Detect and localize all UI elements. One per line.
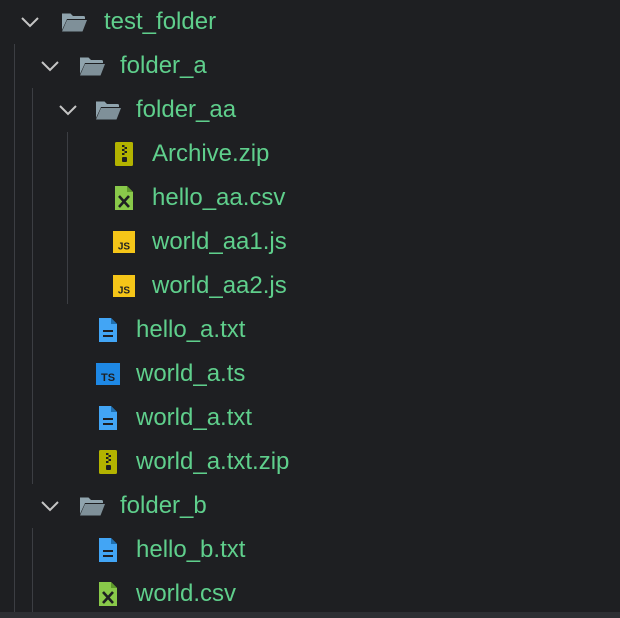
tree-item-label: test_folder [104, 8, 217, 35]
chevron-down-icon[interactable] [38, 54, 62, 78]
tree-item-label: world_aa1.js [152, 228, 287, 255]
tree-file-row[interactable]: hello_a.txt [0, 308, 620, 352]
tree-file-row[interactable]: hello_aa.csv [0, 176, 620, 220]
csv-file-icon [110, 184, 138, 212]
text-file-icon [94, 404, 122, 432]
ts-file-icon: TS [94, 360, 122, 388]
tree-item-label: hello_aa.csv [152, 184, 286, 211]
tree-item-label: world_a.txt [136, 404, 253, 431]
tree-item-label: world_a.ts [136, 360, 246, 387]
tree-file-row[interactable]: TS world_a.ts [0, 352, 620, 396]
tree-folder-row[interactable]: folder_b [0, 484, 620, 528]
tree-item-label: Archive.zip [152, 140, 270, 167]
tree-item-label: folder_aa [136, 96, 237, 123]
folder-open-icon [94, 96, 122, 124]
csv-file-icon [94, 580, 122, 608]
text-file-icon [94, 536, 122, 564]
panel-bottom-border [0, 612, 620, 618]
folder-open-icon [78, 492, 106, 520]
svg-text:JS: JS [118, 242, 131, 253]
tree-file-row[interactable]: JS world_aa1.js [0, 220, 620, 264]
chevron-down-icon[interactable] [56, 98, 80, 122]
tree-folder-row[interactable]: folder_aa [0, 88, 620, 132]
file-explorer-tree: test_folder folder_a folder_aa Archive.zip h… [0, 0, 620, 612]
zip-file-icon [110, 140, 138, 168]
svg-text:TS: TS [101, 372, 115, 384]
folder-open-icon [78, 52, 106, 80]
tree-file-row[interactable]: JS world_aa2.js [0, 264, 620, 308]
tree-file-row[interactable]: world_a.txt [0, 396, 620, 440]
chevron-down-icon[interactable] [38, 494, 62, 518]
tree-item-label: hello_b.txt [136, 536, 246, 563]
text-file-icon [94, 316, 122, 344]
tree-file-row[interactable]: world.csv [0, 572, 620, 616]
tree-file-row[interactable]: Archive.zip [0, 132, 620, 176]
tree-item-label: folder_b [120, 492, 207, 519]
tree-folder-row[interactable]: test_folder [0, 0, 620, 44]
tree-item-label: world.csv [136, 580, 237, 607]
zip-file-icon [94, 448, 122, 476]
tree-item-label: hello_a.txt [136, 316, 246, 343]
folder-open-icon [60, 8, 88, 36]
tree-item-label: world_aa2.js [152, 272, 287, 299]
tree-item-label: world_a.txt.zip [136, 448, 290, 475]
svg-text:JS: JS [118, 286, 131, 297]
tree-folder-row[interactable]: folder_a [0, 44, 620, 88]
tree-item-label: folder_a [120, 52, 207, 79]
js-file-icon: JS [110, 272, 138, 300]
js-file-icon: JS [110, 228, 138, 256]
tree-file-row[interactable]: world_a.txt.zip [0, 440, 620, 484]
chevron-down-icon[interactable] [18, 10, 42, 34]
tree-file-row[interactable]: hello_b.txt [0, 528, 620, 572]
